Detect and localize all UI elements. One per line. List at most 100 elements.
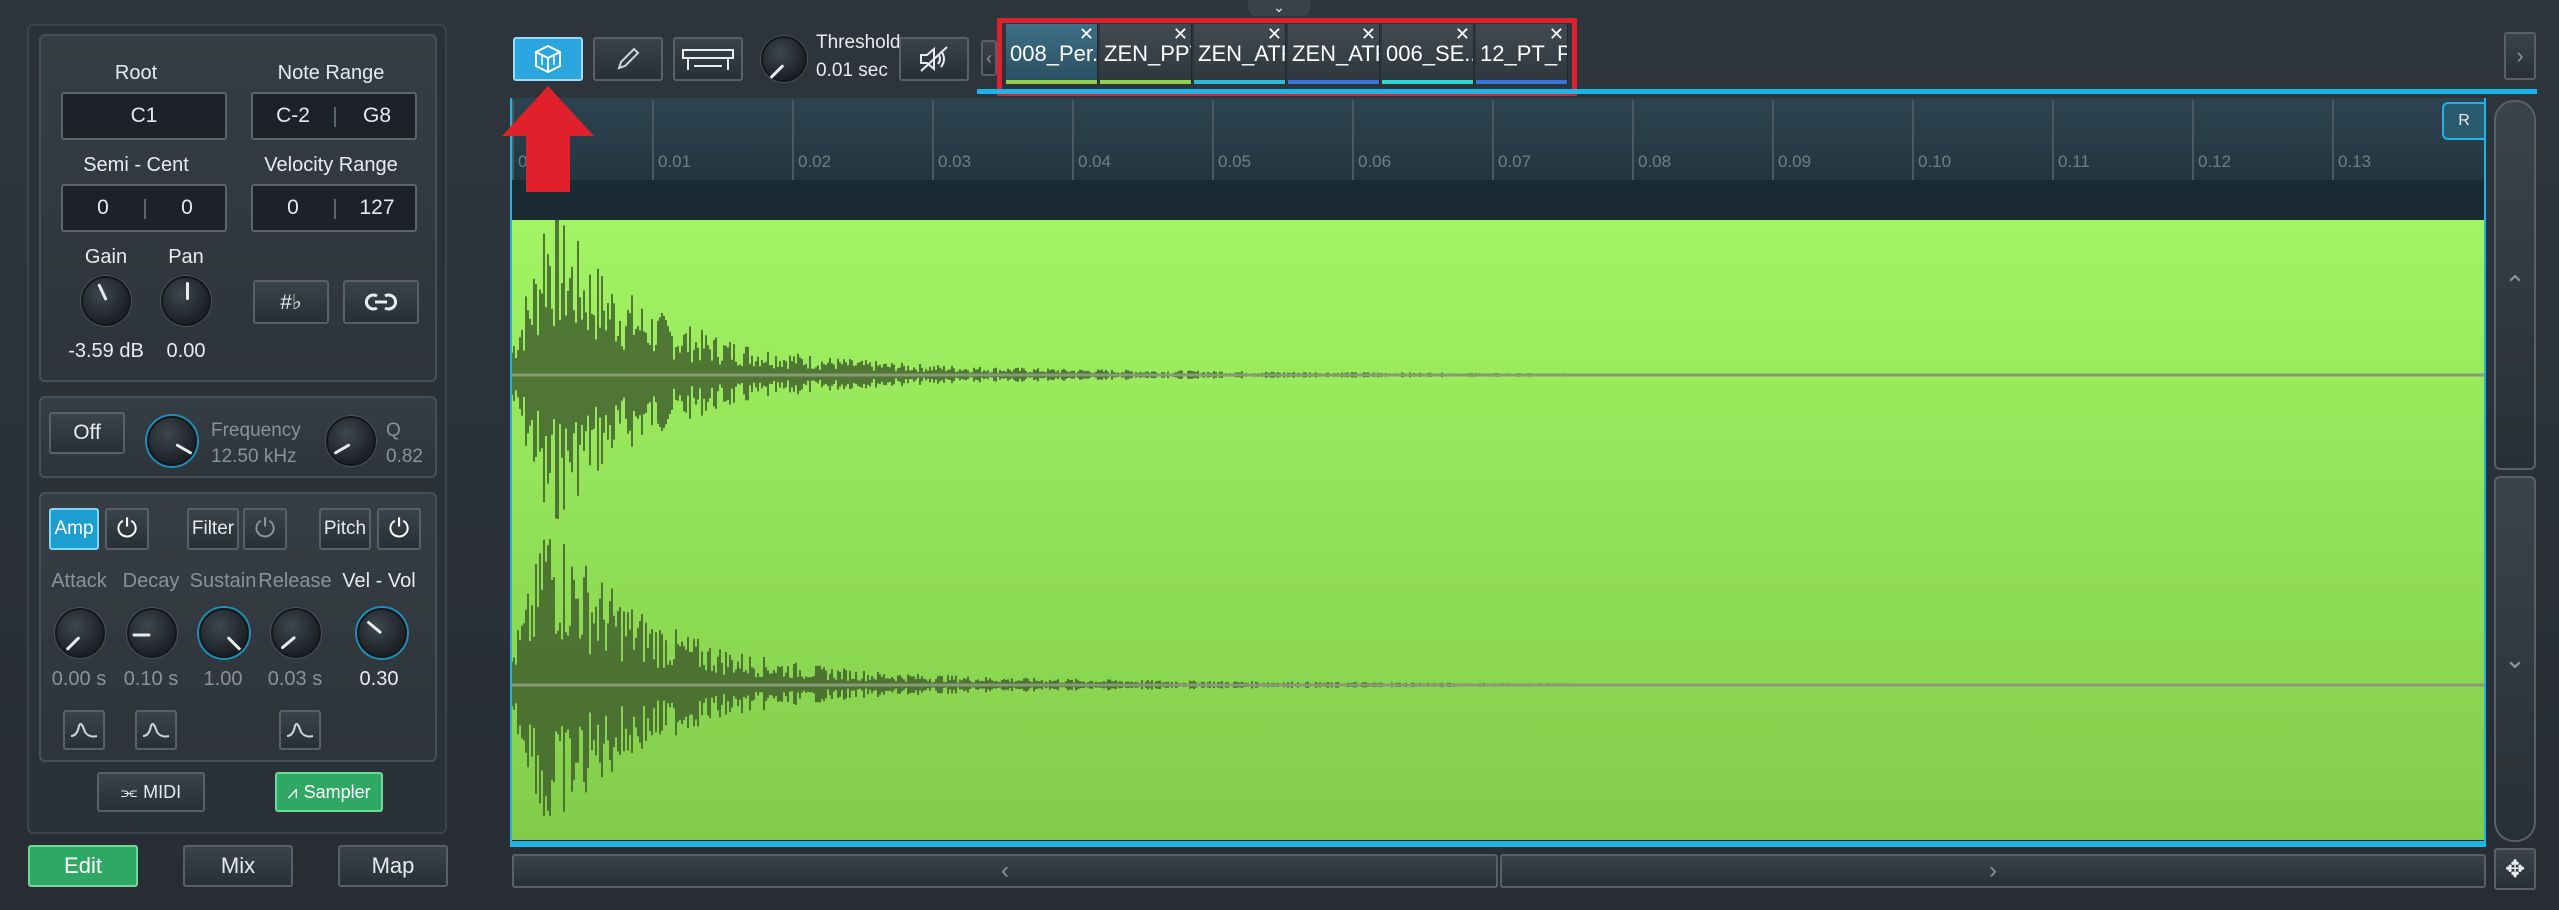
attack-curve-button[interactable] bbox=[63, 710, 105, 750]
ruler-tick bbox=[1212, 100, 1214, 180]
decay-value: 0.10 s bbox=[123, 668, 179, 690]
r-marker[interactable]: R bbox=[2442, 102, 2486, 140]
loop-region-icon bbox=[682, 49, 734, 70]
vel-vol-knob[interactable] bbox=[357, 608, 407, 658]
sustain-label: Sustain bbox=[189, 570, 257, 592]
semi-value[interactable]: 0 bbox=[63, 186, 143, 230]
tab-filter[interactable]: Filter bbox=[187, 508, 239, 550]
cent-value[interactable]: 0 bbox=[147, 186, 227, 230]
decay-label: Decay bbox=[122, 570, 180, 592]
waveform-editor[interactable]: R bbox=[510, 98, 2486, 843]
link-button[interactable] bbox=[343, 280, 419, 324]
tab-amp[interactable]: Amp bbox=[49, 508, 99, 550]
waveform-background bbox=[512, 220, 2484, 840]
q-value: 0.82 bbox=[386, 446, 423, 467]
tab-edit[interactable]: Edit bbox=[28, 845, 138, 887]
note-range-field[interactable]: C-2 G8 bbox=[251, 92, 417, 140]
envelope-section: Amp ⏻ Filter ⏻ Pitch ⏻ Attack Decay Sust… bbox=[39, 492, 437, 762]
ruler-tick bbox=[932, 100, 934, 180]
ruler-tick-label: 0.06 bbox=[1358, 152, 1392, 171]
ruler-tick-label: 0.05 bbox=[1218, 152, 1252, 171]
decay-curve-button[interactable] bbox=[135, 710, 177, 750]
pitch-power-button[interactable]: ⏻ bbox=[377, 508, 421, 550]
filter-off-button[interactable]: Off bbox=[49, 412, 125, 454]
tab-pitch[interactable]: Pitch bbox=[319, 508, 371, 550]
auto-map-button[interactable] bbox=[513, 37, 583, 81]
ruler-tick-label: 0.02 bbox=[798, 152, 832, 171]
note-range-high[interactable]: G8 bbox=[337, 94, 417, 138]
gain-knob[interactable] bbox=[81, 276, 131, 326]
pan-value: 0.00 bbox=[166, 340, 206, 362]
threshold-label: Threshold bbox=[816, 32, 901, 53]
link-icon bbox=[364, 293, 398, 311]
vertical-scroll-up[interactable]: ⌃ bbox=[2494, 100, 2536, 470]
amp-power-button[interactable]: ⏻ bbox=[105, 508, 149, 550]
ruler-tick bbox=[792, 100, 794, 180]
release-knob[interactable] bbox=[271, 608, 321, 658]
threshold-knob[interactable] bbox=[761, 36, 807, 82]
mute-button[interactable] bbox=[899, 37, 969, 81]
horizontal-scroll-left[interactable]: ‹ bbox=[512, 854, 1498, 888]
loop-tool-button[interactable] bbox=[673, 37, 743, 81]
ruler-tick bbox=[1352, 100, 1354, 180]
power-icon: ⏻ bbox=[388, 513, 410, 543]
horizontal-scroll-right[interactable]: › bbox=[1500, 854, 2486, 888]
filter-section: Off Frequency 12.50 kHz Q 0.82 bbox=[39, 396, 437, 478]
red-arrow-annotation bbox=[502, 86, 594, 192]
velocity-low[interactable]: 0 bbox=[253, 186, 333, 230]
tabs-scroll-left[interactable]: ‹ bbox=[981, 40, 997, 76]
pan-label: Pan bbox=[168, 246, 204, 268]
ruler-tick bbox=[652, 100, 654, 180]
tab-mix[interactable]: Mix bbox=[183, 845, 293, 887]
velocity-range-label: Velocity Range bbox=[264, 154, 398, 176]
ruler-tick-label: 0.08 bbox=[1638, 152, 1672, 171]
ruler-tick-label: 0.12 bbox=[2198, 152, 2232, 171]
sample-settings-panel: Root Note Range C1 C-2 G8 Semi - Cent Ve… bbox=[27, 24, 447, 834]
vertical-scroll-down[interactable]: ⌄ bbox=[2494, 476, 2536, 842]
sampler-button[interactable]: ⩘ Sampler bbox=[275, 772, 383, 812]
sharp-flat-button[interactable]: #♭ bbox=[253, 280, 329, 324]
ruler-tick bbox=[2052, 100, 2054, 180]
pencil-tool-button[interactable] bbox=[593, 37, 663, 81]
semi-cent-field[interactable]: 0 0 bbox=[61, 184, 227, 232]
attack-knob[interactable] bbox=[55, 608, 105, 658]
sustain-value: 1.00 bbox=[203, 668, 243, 690]
ruler-tick-label: 0.10 bbox=[1918, 152, 1952, 171]
power-icon: ⏻ bbox=[254, 513, 276, 543]
release-value: 0.03 s bbox=[267, 668, 323, 690]
collapse-chevron-icon[interactable]: ⌄ bbox=[1248, 0, 1310, 16]
gain-value: -3.59 dB bbox=[68, 340, 144, 362]
attack-label: Attack bbox=[51, 570, 107, 592]
midi-icon: ⫘ bbox=[120, 781, 138, 802]
sustain-knob[interactable] bbox=[199, 608, 249, 658]
release-curve-button[interactable] bbox=[279, 710, 321, 750]
waveform-icon: ⩘ bbox=[287, 781, 298, 802]
vel-vol-label: Vel - Vol bbox=[342, 570, 416, 592]
note-range-label: Note Range bbox=[277, 62, 385, 84]
ruler-tick bbox=[1072, 100, 1074, 180]
ruler-tick bbox=[1912, 100, 1914, 180]
vel-vol-value: 0.30 bbox=[359, 668, 399, 690]
q-knob[interactable] bbox=[326, 416, 376, 466]
curve-icon bbox=[286, 723, 314, 738]
filter-power-button[interactable]: ⏻ bbox=[243, 508, 287, 550]
root-field[interactable]: C1 bbox=[61, 92, 227, 140]
velocity-range-field[interactable]: 0 127 bbox=[251, 184, 417, 232]
decay-knob[interactable] bbox=[127, 608, 177, 658]
ruler-tick bbox=[2332, 100, 2334, 180]
midi-button[interactable]: ⫘ MIDI bbox=[97, 772, 205, 812]
tab-map[interactable]: Map bbox=[338, 845, 448, 887]
tabs-highlight-box bbox=[997, 18, 1577, 96]
mapping-section: Root Note Range C1 C-2 G8 Semi - Cent Ve… bbox=[39, 34, 437, 382]
ruler-tick-label: 0.11 bbox=[2058, 152, 2090, 171]
ruler-tick-label: 0.01 bbox=[658, 152, 692, 171]
move-button[interactable]: ✥ bbox=[2494, 848, 2536, 890]
pan-knob[interactable] bbox=[161, 276, 211, 326]
frequency-knob[interactable] bbox=[147, 416, 197, 466]
ruler-tick-label: 0.07 bbox=[1498, 152, 1532, 171]
ruler-tick bbox=[1632, 100, 1634, 180]
note-range-low[interactable]: C-2 bbox=[253, 94, 333, 138]
tabs-scroll-right[interactable]: › bbox=[2504, 32, 2536, 80]
waveform-display[interactable] bbox=[512, 220, 2484, 840]
velocity-high[interactable]: 127 bbox=[337, 186, 417, 230]
